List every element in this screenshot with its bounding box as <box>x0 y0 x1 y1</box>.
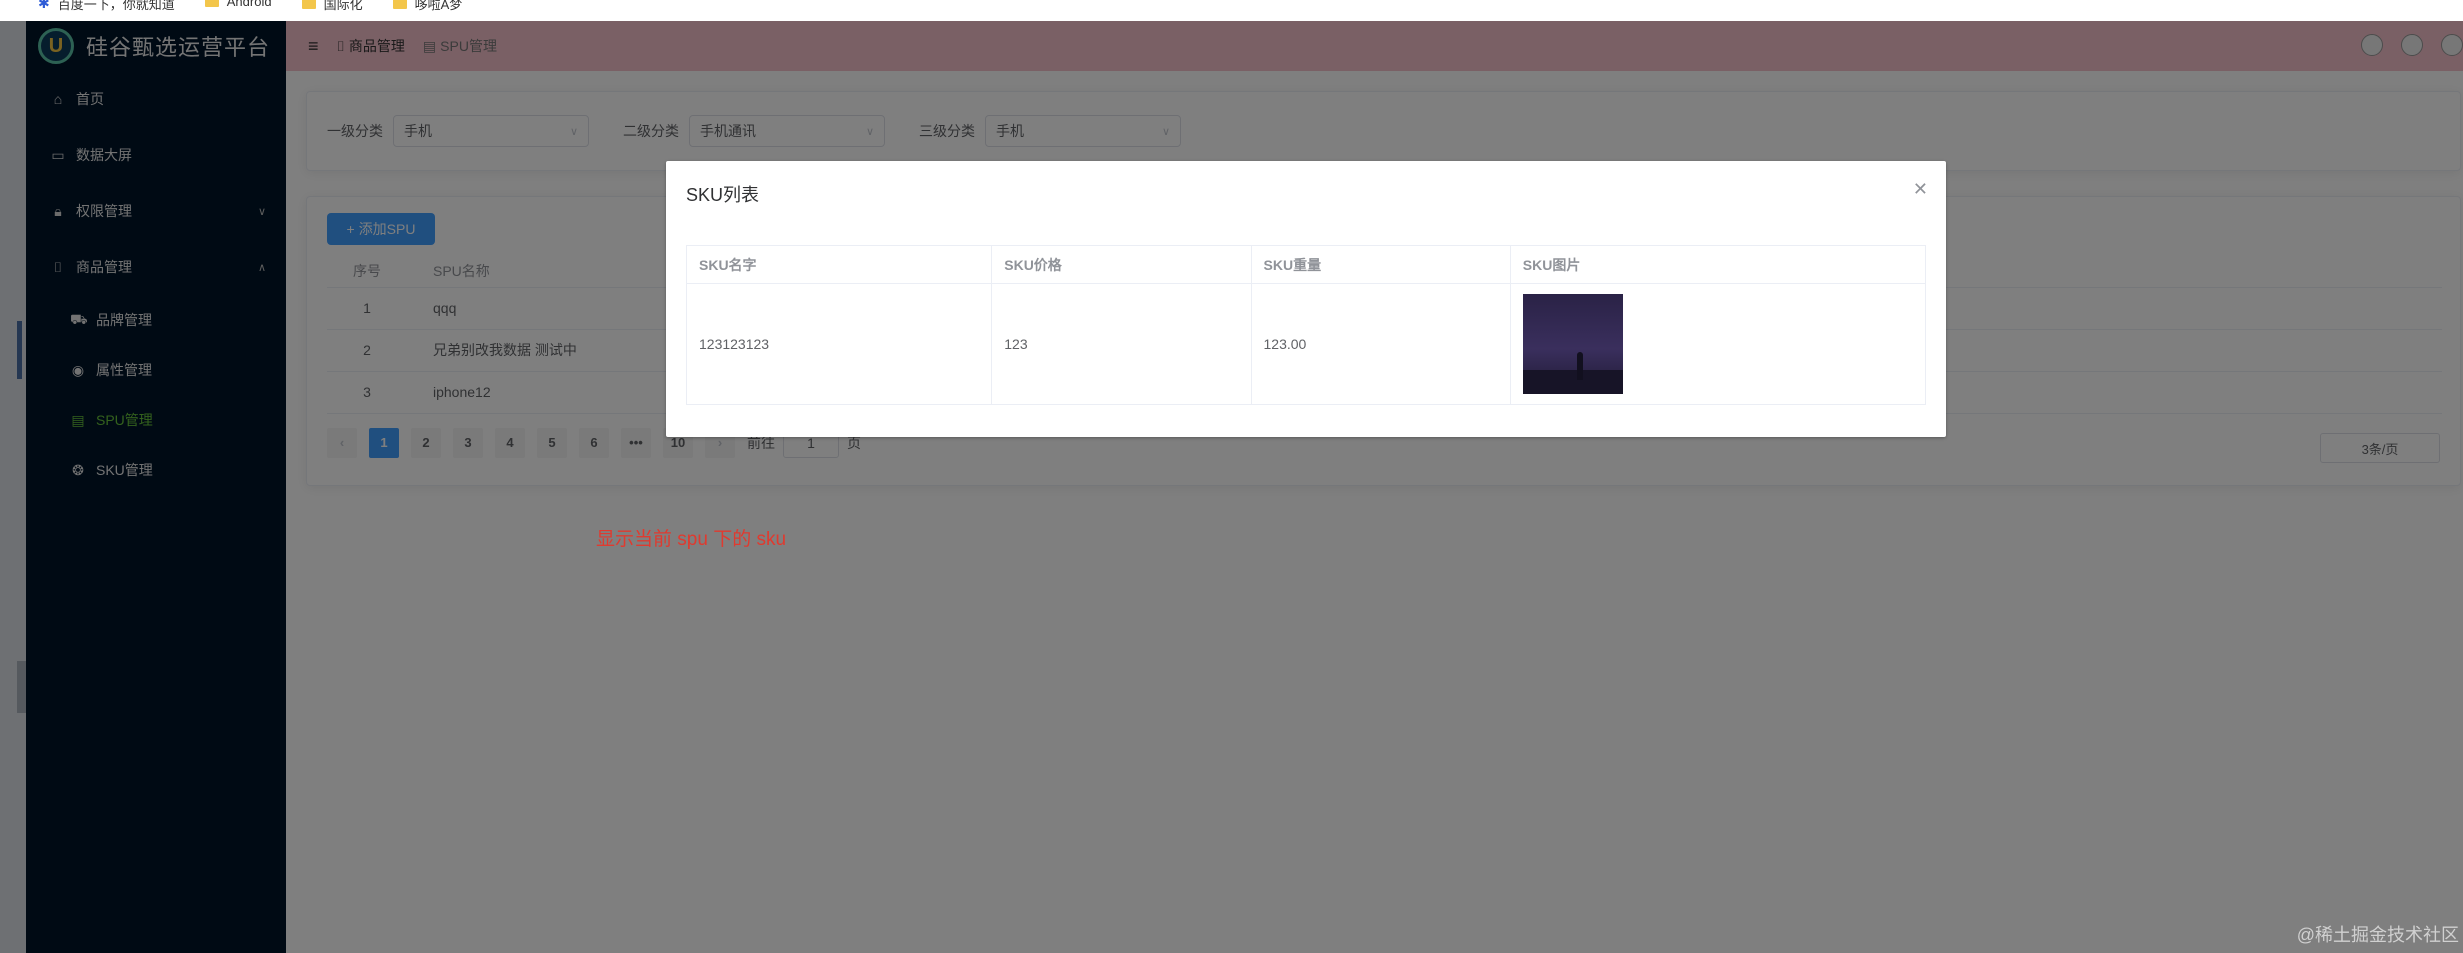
bookmark-label: 国际化 <box>323 0 363 12</box>
cell-sku-weight: 123.00 <box>1250 283 1511 405</box>
cell-sku-image <box>1509 283 1927 405</box>
bookmark-label: 哆啦A梦 <box>414 0 463 12</box>
table-row: 123123123 123 123.00 <box>685 283 1927 405</box>
column-header: SKU图片 <box>1509 245 1927 284</box>
folder-icon <box>204 0 219 7</box>
annotation-note: 显示当前 spu 下的 sku <box>596 529 787 550</box>
close-icon[interactable]: ✕ <box>1913 179 1928 200</box>
watermark: @稀土掘金技术社区 <box>2296 925 2459 945</box>
bookmark-baidu[interactable]: ✱ 百度一下，你就知道 <box>38 0 175 13</box>
bookmark-android[interactable]: Android <box>204 0 272 9</box>
dialog-title: SKU列表 <box>686 185 760 205</box>
bookmarks-bar: ✱ 百度一下，你就知道 Android 国际化 哆啦A梦 <box>0 0 2463 21</box>
sku-thumbnail <box>1522 294 1623 394</box>
bookmark-doraemon[interactable]: 哆啦A梦 <box>392 0 463 13</box>
cell-sku-name: 123123123 <box>685 283 993 405</box>
folder-icon <box>301 0 316 9</box>
sku-dialog: SKU列表 ✕ SKU名字 SKU价格 SKU重量 SKU图片 12312312… <box>666 161 1946 437</box>
paw-icon: ✱ <box>38 0 50 11</box>
column-header: SKU价格 <box>991 245 1252 284</box>
bookmark-label: 百度一下，你就知道 <box>57 0 175 12</box>
cell-sku-price: 123 <box>991 283 1252 405</box>
folder-icon <box>392 0 407 9</box>
bookmark-i18n[interactable]: 国际化 <box>301 0 363 13</box>
table-header-row: SKU名字 SKU价格 SKU重量 SKU图片 <box>685 245 1927 284</box>
column-header: SKU重量 <box>1250 245 1511 284</box>
column-header: SKU名字 <box>685 245 993 284</box>
sku-table: SKU名字 SKU价格 SKU重量 SKU图片 123123123 123 12… <box>685 245 1927 405</box>
bookmark-label: Android <box>226 0 272 9</box>
